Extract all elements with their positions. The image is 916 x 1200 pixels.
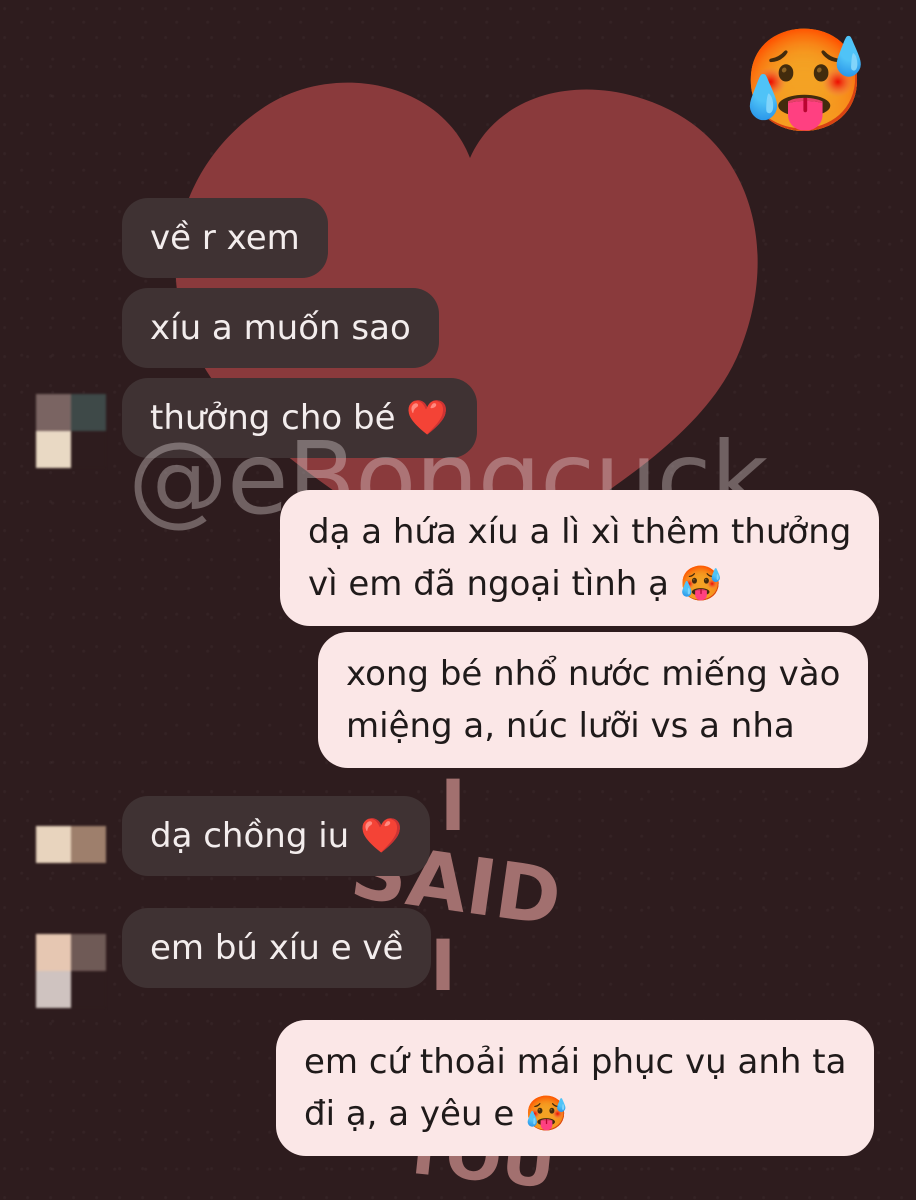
art-letter-i-2: I — [430, 925, 456, 1007]
message-text-line: dạ a hứa xíu a lì xì thêm thưởng — [308, 512, 852, 552]
hot-face-emoji: 🥵 — [742, 22, 867, 139]
message-outgoing[interactable]: dạ a hứa xíu a lì xì thêm thưởng vì em đ… — [280, 490, 880, 626]
message-text: về r xem — [150, 218, 300, 258]
message-outgoing[interactable]: em cứ thoải mái phục vụ anh ta đi ạ, a y… — [276, 1020, 875, 1156]
message-text: xíu a muốn sao — [150, 308, 411, 348]
art-letter-i-1: I — [440, 765, 466, 847]
message-outgoing[interactable]: xong bé nhổ nước miếng vào miệng a, núc … — [318, 632, 869, 768]
message-text: dạ chồng iu ❤️ — [150, 816, 403, 856]
message-incoming[interactable]: em bú xíu e về — [122, 908, 432, 988]
message-text-line: vì em đã ngoại tình ạ 🥵 — [308, 564, 723, 604]
message-text-line: miệng a, núc lưỡi vs a nha — [346, 706, 795, 746]
message-text-line: em cứ thoải mái phục vụ anh ta — [304, 1042, 847, 1082]
message-text: em bú xíu e về — [150, 928, 404, 968]
avatar-pixelated[interactable] — [36, 394, 106, 468]
message-text-line: xong bé nhổ nước miếng vào — [346, 654, 841, 694]
message-incoming[interactable]: xíu a muốn sao — [122, 288, 439, 368]
message-incoming[interactable]: dạ chồng iu ❤️ — [122, 796, 431, 876]
message-text-line: đi ạ, a yêu e 🥵 — [304, 1094, 568, 1134]
avatar-pixelated[interactable] — [36, 826, 106, 863]
avatar-pixelated[interactable] — [36, 934, 106, 1008]
message-incoming[interactable]: về r xem — [122, 198, 328, 278]
